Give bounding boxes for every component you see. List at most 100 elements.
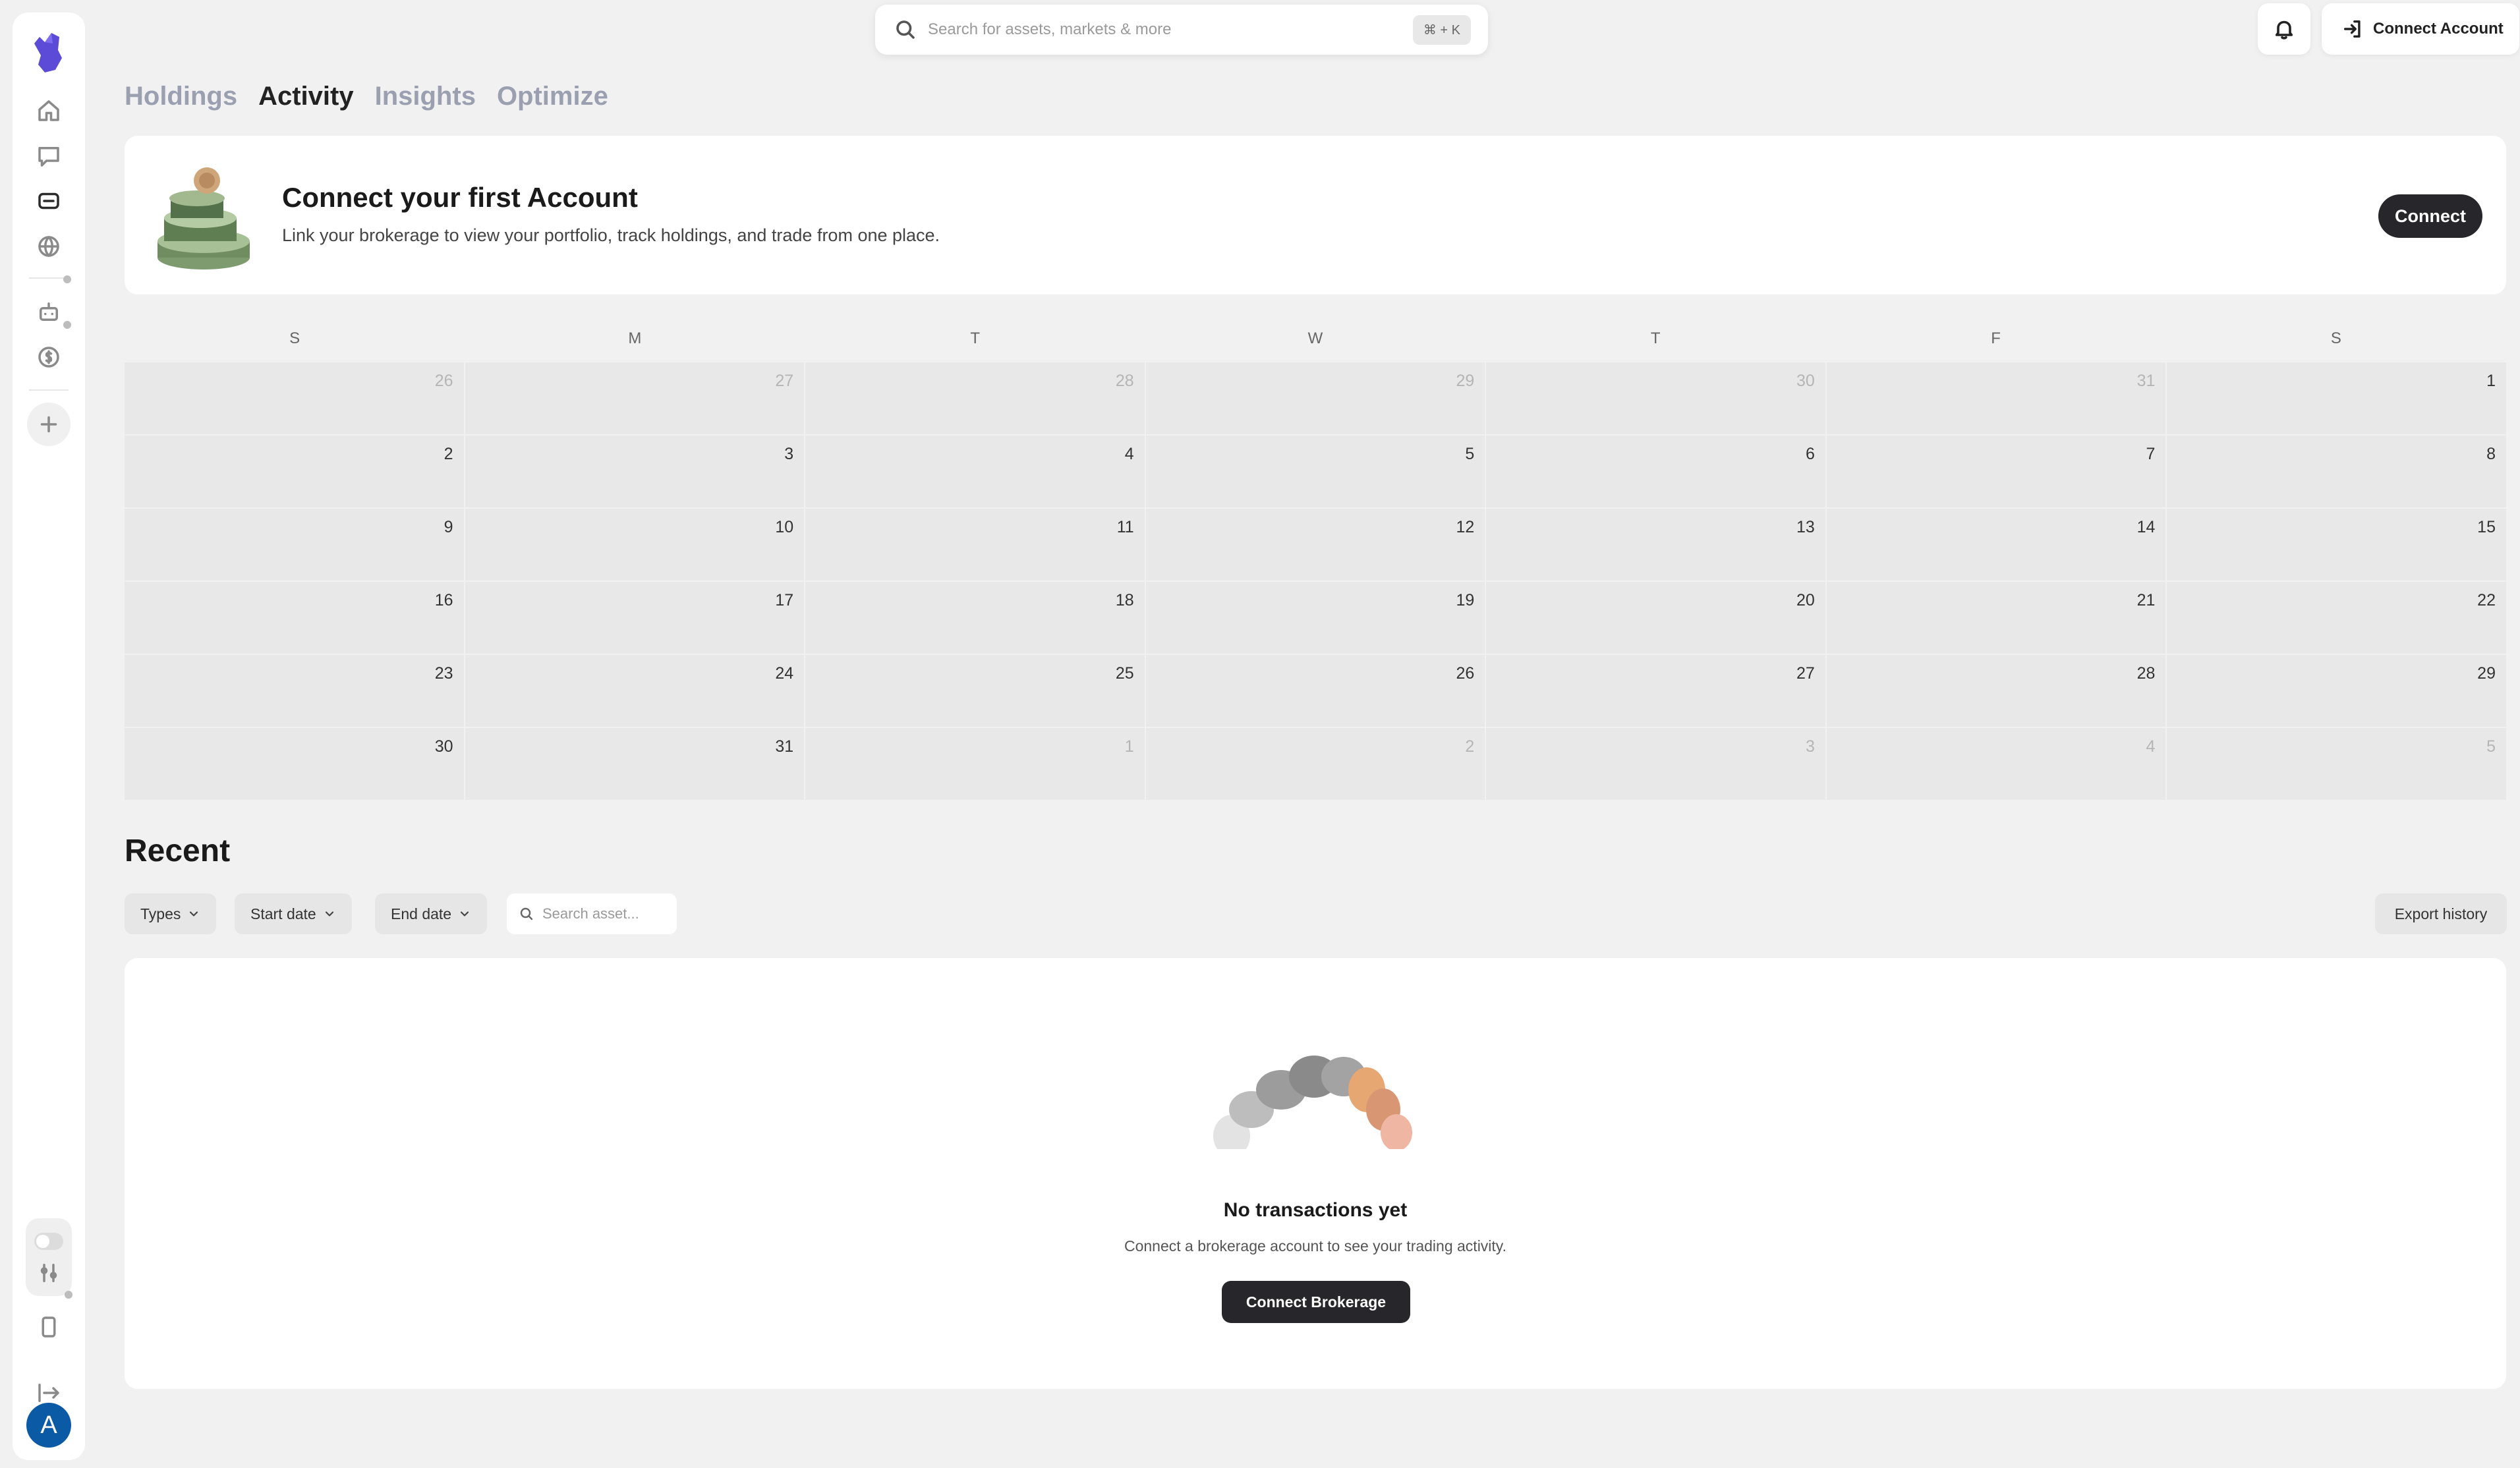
calendar-day-cell[interactable]: 10 (465, 509, 805, 580)
calendar-day-cell[interactable]: 3 (465, 436, 805, 507)
empty-state-title: No transactions yet (1223, 1199, 1408, 1221)
calendar-day-number: 12 (1456, 518, 1475, 536)
calendar-day-number: 15 (2477, 518, 2496, 536)
calendar-day-cell[interactable]: 29 (2167, 655, 2506, 727)
start-date-filter-label: Start date (250, 905, 316, 922)
calendar-day-cell[interactable]: 11 (805, 509, 1145, 580)
shortcut-badge: ⌘ + K (1412, 14, 1471, 45)
chat-icon[interactable] (26, 133, 72, 179)
tab-optimize[interactable]: Optimize (497, 82, 608, 111)
search-icon (520, 907, 533, 920)
calendar-day-cell[interactable]: 28 (1826, 655, 2166, 727)
calendar-day-number: 1 (1124, 737, 1134, 756)
calendar-day-cell[interactable]: 30 (1486, 362, 1825, 434)
calendar-day-cell[interactable]: 7 (1826, 436, 2166, 507)
calendar-day-cell[interactable]: 2 (1145, 728, 1485, 800)
tuning-icon[interactable] (26, 1250, 72, 1296)
global-search[interactable]: Search for assets, markets & more ⌘ + K (875, 5, 1488, 55)
calendar-day-number: 29 (2477, 664, 2496, 683)
theme-toggle[interactable] (34, 1233, 63, 1250)
calendar-day-cell[interactable]: 9 (125, 509, 464, 580)
calendar-day-cell[interactable]: 18 (805, 582, 1145, 654)
chevron-down-icon (190, 911, 198, 917)
tab-insights[interactable]: Insights (375, 82, 476, 111)
end-date-filter[interactable]: End date (375, 893, 488, 934)
calendar-day-cell[interactable]: 23 (125, 655, 464, 727)
app-root: A Search for assets, markets & more ⌘ + … (0, 0, 2520, 1468)
calendar-day-cell[interactable]: 12 (1145, 509, 1485, 580)
types-filter[interactable]: Types (125, 893, 217, 934)
calendar-day-cell[interactable]: 22 (2167, 582, 2506, 654)
calendar-day-number: 24 (775, 664, 794, 683)
end-date-filter-label: End date (391, 905, 452, 922)
calendar-day-cell[interactable]: 27 (1486, 655, 1825, 727)
calendar-day-number: 7 (2146, 445, 2156, 463)
calendar-day-cell[interactable]: 15 (2167, 509, 2506, 580)
weekday-label: T (970, 329, 981, 347)
calendar-day-cell[interactable]: 2 (125, 436, 464, 507)
globe-icon[interactable] (26, 223, 72, 269)
calendar-day-cell[interactable]: 25 (805, 655, 1145, 727)
home-icon[interactable] (26, 88, 72, 134)
connect-card-subtitle: Link your brokerage to view your portfol… (282, 225, 940, 245)
connect-button[interactable]: Connect (2378, 194, 2482, 238)
calendar-day-number: 30 (1796, 372, 1815, 390)
calendar-day-cell[interactable]: 26 (1145, 655, 1485, 727)
brand-logo-icon[interactable] (25, 24, 71, 83)
search-input[interactable]: Search for assets, markets & more (928, 20, 1413, 39)
calendar-day-number: 19 (1456, 591, 1475, 609)
calendar-day-cell[interactable]: 13 (1486, 509, 1825, 580)
start-date-filter[interactable]: Start date (235, 893, 352, 934)
calendar-day-number: 2 (1465, 737, 1475, 756)
recent-section-title: Recent (125, 833, 231, 868)
portfolio-icon[interactable] (26, 178, 72, 224)
recent-empty-state: No transactions yet Connect a brokerage … (125, 958, 2506, 1389)
calendar-day-cell[interactable]: 14 (1826, 509, 2166, 580)
tab-activity[interactable]: Activity (258, 82, 354, 111)
plus-icon[interactable] (27, 403, 71, 446)
calendar-day-number: 1 (2486, 372, 2496, 390)
calendar-day-cell[interactable]: 17 (465, 582, 805, 654)
sidebar: A (13, 13, 85, 1460)
calendar-day-cell[interactable]: 8 (2167, 436, 2506, 507)
calendar-day-cell[interactable]: 4 (1826, 728, 2166, 800)
weekday-label: T (1650, 329, 1661, 347)
calendar-day-cell[interactable]: 20 (1486, 582, 1825, 654)
avatar[interactable]: A (26, 1403, 71, 1448)
calendar-day-cell[interactable]: 31 (1826, 362, 2166, 434)
calendar-day-cell[interactable]: 4 (805, 436, 1145, 507)
calendar-day-cell[interactable]: 29 (1145, 362, 1485, 434)
calendar-day-cell[interactable]: 5 (1145, 436, 1485, 507)
notifications-button[interactable] (2258, 3, 2310, 55)
calendar-day-cell[interactable]: 26 (125, 362, 464, 434)
asset-search-input[interactable]: Search asset... (507, 893, 677, 934)
calendar-day-cell[interactable]: 5 (2167, 728, 2506, 800)
calendar-day-cell[interactable]: 1 (805, 728, 1145, 800)
calendar-day-number: 14 (2136, 518, 2156, 536)
export-history-button[interactable]: Export history (2375, 893, 2507, 934)
chevron-down-icon (461, 911, 469, 917)
calendar-day-number: 2 (444, 445, 453, 463)
calendar-day-cell[interactable]: 3 (1486, 728, 1825, 800)
settings-toggle-group (26, 1218, 72, 1296)
calendar-day-cell[interactable]: 16 (125, 582, 464, 654)
connect-brokerage-button[interactable]: Connect Brokerage (1222, 1281, 1410, 1323)
connect-card-title: Connect your first Account (282, 182, 638, 213)
chevron-down-icon (325, 911, 333, 917)
calendar-day-cell[interactable]: 24 (465, 655, 805, 727)
phone-icon[interactable] (26, 1304, 72, 1350)
calendar-day-cell[interactable]: 27 (465, 362, 805, 434)
calendar-day-cell[interactable]: 21 (1826, 582, 2166, 654)
calendar-day-cell[interactable]: 6 (1486, 436, 1825, 507)
calendar-day-number: 26 (1456, 664, 1475, 683)
connect-account-button[interactable]: Connect Account (2322, 3, 2519, 55)
dollar-icon[interactable] (26, 334, 72, 380)
calendar-day-number: 5 (2486, 737, 2496, 756)
tab-holdings[interactable]: Holdings (125, 82, 237, 111)
calendar-day-cell[interactable]: 31 (465, 728, 805, 800)
calendar-day-number: 3 (784, 445, 794, 463)
calendar-day-cell[interactable]: 28 (805, 362, 1145, 434)
calendar-day-cell[interactable]: 19 (1145, 582, 1485, 654)
calendar-day-cell[interactable]: 30 (125, 728, 464, 800)
calendar-day-cell[interactable]: 1 (2167, 362, 2506, 434)
